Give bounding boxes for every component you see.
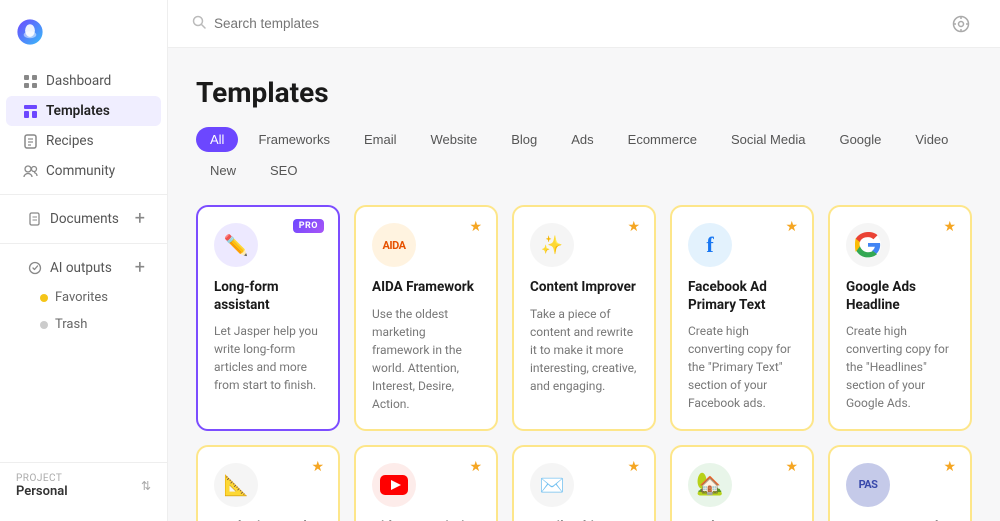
star-icon: ★ <box>785 219 798 235</box>
template-card-real-estate[interactable]: ★ 🏡 Real Estate Listing - Residential Cr… <box>670 445 814 521</box>
star-icon: ★ <box>627 219 640 235</box>
page-title: Templates <box>196 76 972 109</box>
document-icon <box>28 212 42 226</box>
template-card-facebook-ad[interactable]: ★ f Facebook Ad Primary Text Create high… <box>670 205 814 431</box>
card-icon-facebook: f <box>688 223 732 267</box>
star-icon: ★ <box>627 459 640 475</box>
sidebar-item-community[interactable]: Community <box>6 156 161 186</box>
card-icon-long-form: ✏️ <box>214 223 258 267</box>
filter-tab-seo[interactable]: SEO <box>256 158 311 183</box>
sidebar-section-ai-outputs: AI outputs + <box>6 252 161 284</box>
card-icon-email: ✉️ <box>530 463 574 507</box>
sidebar-item-templates[interactable]: Templates <box>6 96 161 126</box>
card-icon-marketing: 📐 <box>214 463 258 507</box>
ai-outputs-label: AI outputs <box>50 260 112 276</box>
star-icon: ★ <box>785 459 798 475</box>
ai-outputs-icon <box>28 261 42 275</box>
template-card-content-improver[interactable]: ★ ✨ Content Improver Take a piece of con… <box>512 205 656 431</box>
favorites-dot <box>40 294 48 302</box>
star-icon: ★ <box>469 459 482 475</box>
sidebar-bottom: PROJECT Personal ⇅ <box>0 462 167 509</box>
template-card-email-subject[interactable]: ★ ✉️ Email Subject Lines Write compellin… <box>512 445 656 521</box>
content-area: Templates All Frameworks Email Website B… <box>168 48 1000 521</box>
card-icon-aida: AIDA <box>372 223 416 267</box>
add-ai-output-button[interactable]: + <box>135 259 145 277</box>
card-title: Long-form assistant <box>214 279 322 314</box>
card-title: Google Ads Headline <box>846 279 954 314</box>
filter-tab-email[interactable]: Email <box>350 127 411 152</box>
sidebar-section-documents: Documents + <box>6 203 161 235</box>
documents-label: Documents <box>50 211 119 227</box>
main-area: Templates All Frameworks Email Website B… <box>168 0 1000 521</box>
sidebar-item-label: Dashboard <box>46 73 111 89</box>
sidebar-item-label: Templates <box>46 103 110 119</box>
sidebar-item-dashboard[interactable]: Dashboard <box>6 66 161 96</box>
project-label: PROJECT <box>16 473 68 484</box>
card-desc: Take a piece of content and rewrite it t… <box>530 305 638 395</box>
template-icon <box>22 103 38 119</box>
project-name: Personal <box>16 484 68 499</box>
template-card-marketing-angles[interactable]: ★ 📐 Marketing Angles Brainstorm differen… <box>196 445 340 521</box>
topbar-right <box>946 9 976 39</box>
star-icon: ★ <box>311 459 324 475</box>
template-grid: PRO ✏️ Long-form assistant Let Jasper he… <box>196 205 972 521</box>
card-icon-youtube <box>372 463 416 507</box>
template-card-long-form-assistant[interactable]: PRO ✏️ Long-form assistant Let Jasper he… <box>196 205 340 431</box>
sidebar-divider <box>0 194 167 195</box>
sidebar-divider-2 <box>0 243 167 244</box>
star-icon: ★ <box>943 459 956 475</box>
sidebar-sub-favorites[interactable]: Favorites <box>0 284 167 311</box>
filter-tab-blog[interactable]: Blog <box>497 127 551 152</box>
filter-tab-google[interactable]: Google <box>825 127 895 152</box>
trash-label: Trash <box>55 317 87 332</box>
project-chevron-icon[interactable]: ⇅ <box>141 479 151 493</box>
sidebar-item-label: Community <box>46 163 115 179</box>
filter-tab-new[interactable]: New <box>196 158 250 183</box>
template-card-aida[interactable]: ★ AIDA AIDA Framework Use the oldest mar… <box>354 205 498 431</box>
sidebar-item-label: Recipes <box>46 133 94 149</box>
card-title: Facebook Ad Primary Text <box>688 279 796 314</box>
sidebar-navigation: Dashboard Templates Recipes Community Do… <box>0 66 167 462</box>
card-desc: Let Jasper help you write long-form arti… <box>214 322 322 394</box>
filter-tab-all[interactable]: All <box>196 127 238 152</box>
card-desc: Create high converting copy for the "Pri… <box>688 322 796 412</box>
favorites-label: Favorites <box>55 290 108 305</box>
recipe-icon <box>22 133 38 149</box>
settings-button[interactable] <box>946 9 976 39</box>
search-input[interactable] <box>214 16 414 31</box>
add-document-button[interactable]: + <box>135 210 145 228</box>
card-icon-google <box>846 223 890 267</box>
topbar <box>168 0 1000 48</box>
card-desc: Use the oldest marketing framework in th… <box>372 305 480 413</box>
filter-tab-frameworks[interactable]: Frameworks <box>244 127 344 152</box>
card-title: AIDA Framework <box>372 279 480 297</box>
community-icon <box>22 163 38 179</box>
filter-tab-social-media[interactable]: Social Media <box>717 127 819 152</box>
filter-tab-ads[interactable]: Ads <box>557 127 607 152</box>
star-icon: ★ <box>469 219 482 235</box>
sidebar-item-recipes[interactable]: Recipes <box>6 126 161 156</box>
search-icon <box>192 15 206 33</box>
card-icon-pas: PAS <box>846 463 890 507</box>
filter-tab-website[interactable]: Website <box>416 127 491 152</box>
card-title: Content Improver <box>530 279 638 297</box>
sidebar-sub-trash[interactable]: Trash <box>0 311 167 338</box>
filter-tab-video[interactable]: Video <box>901 127 962 152</box>
card-icon-content: ✨ <box>530 223 574 267</box>
filter-tab-ecommerce[interactable]: Ecommerce <box>614 127 711 152</box>
card-desc: Create high converting copy for the "Hea… <box>846 322 954 412</box>
grid-icon <box>22 73 38 89</box>
card-icon-real-estate: 🏡 <box>688 463 732 507</box>
pro-badge: PRO <box>293 219 324 233</box>
template-card-pas[interactable]: ★ PAS PAS Framework Problem-Agitate-Solu… <box>828 445 972 521</box>
sidebar: Dashboard Templates Recipes Community Do… <box>0 0 168 521</box>
trash-dot <box>40 321 48 329</box>
settings-icon <box>952 15 970 33</box>
logo <box>0 12 167 66</box>
template-card-youtube[interactable]: ★ Video Description - YouTube Create uni… <box>354 445 498 521</box>
star-icon: ★ <box>943 219 956 235</box>
search-bar <box>192 15 414 33</box>
template-card-google-ads[interactable]: ★ Google Ads Headline Create high conver… <box>828 205 972 431</box>
filter-tabs: All Frameworks Email Website Blog Ads Ec… <box>196 127 972 183</box>
